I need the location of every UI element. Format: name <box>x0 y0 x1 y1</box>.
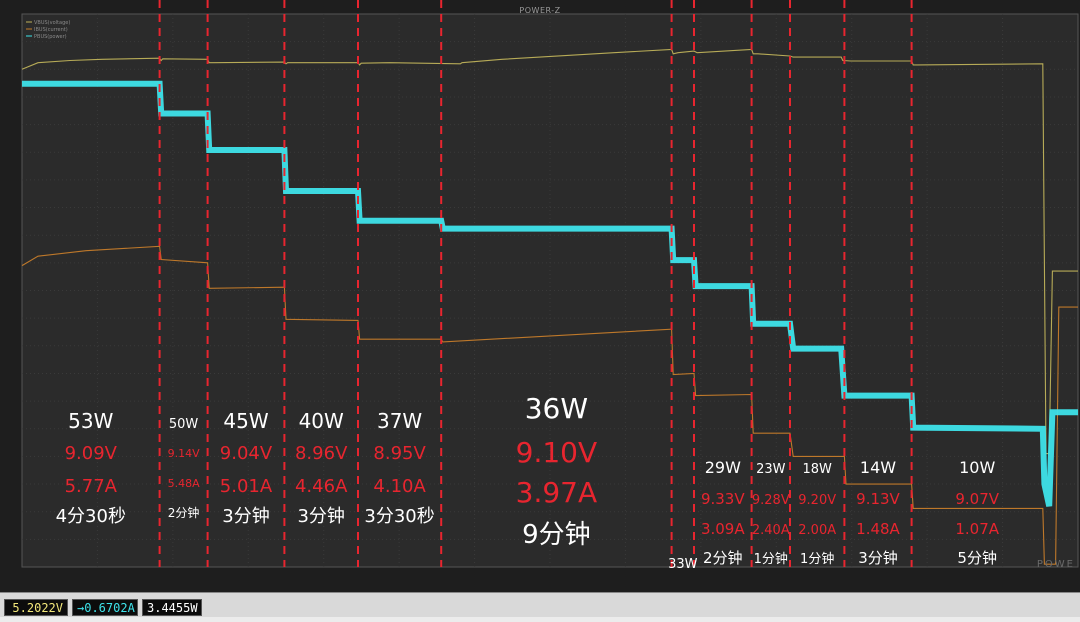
status-strip <box>0 617 1080 622</box>
segment-label-current: 2.00A <box>798 523 836 538</box>
segment-label-current: 3.09A <box>701 520 745 538</box>
segment-label-current: 2.40A <box>752 523 790 538</box>
segment-label-voltage: 9.14V <box>168 447 200 460</box>
segment-label-power: 10W <box>959 458 995 477</box>
segment-label-power: 45W <box>223 409 268 433</box>
segment-label-voltage: 9.20V <box>798 493 836 508</box>
segment-label-duration: 2分钟 <box>168 505 200 520</box>
segment-label-current: 3.97A <box>516 476 598 509</box>
segment-label-current: 5.48A <box>168 477 200 490</box>
segment-label-current: 4.46A <box>295 476 348 497</box>
legend-entry: IBUS(current) <box>34 27 68 33</box>
segment-label-current: 5.77A <box>65 476 118 497</box>
window-title: POWER-Z <box>519 6 561 15</box>
segment-label-duration: 3分钟 <box>297 506 344 527</box>
status-bar: 5.2022V →0.6702A 3.4455W <box>0 592 1080 622</box>
segment-label-current: 1.48A <box>856 520 900 538</box>
segment-label-voltage: 9.09V <box>65 443 118 464</box>
segment-label-current: 4.10A <box>373 476 426 497</box>
segment-label-voltage: 8.95V <box>373 443 426 464</box>
segment-label-power: 29W <box>705 458 741 477</box>
power-readout: 3.4455W <box>142 599 202 616</box>
segment-label-duration: 4分30秒 <box>56 506 126 527</box>
power-chart: VBUS(voltage)IBUS(current)PBUS(power) 53W… <box>21 0 1079 572</box>
legend-entry: PBUS(power) <box>34 34 67 40</box>
segment-label-duration: 5分钟 <box>957 549 997 567</box>
segment-label-power: 53W <box>68 409 113 433</box>
segment-label-duration: 3分钟 <box>222 506 269 527</box>
watermark-logo: POWE <box>1037 559 1075 570</box>
legend-entry: VBUS(voltage) <box>34 20 70 26</box>
segment-label-power: 23W <box>756 462 786 477</box>
segment-label-duration: 3分钟 <box>858 549 898 567</box>
segment-label-voltage: 9.28V <box>752 493 790 508</box>
segment-label-power: 37W <box>377 409 422 433</box>
segment-label-voltage: 9.10V <box>516 436 598 469</box>
segment-label-power: 36W <box>525 392 588 425</box>
segment-label-current: 1.07A <box>955 520 999 538</box>
segment-label-power: 18W <box>802 462 832 477</box>
current-readout: →0.6702A <box>72 599 138 616</box>
voltage-readout: 5.2022V <box>4 599 68 616</box>
segment-label-voltage: 9.33V <box>701 490 745 508</box>
segment-label-power: 50W <box>169 417 199 432</box>
segment-label-duration: 3分30秒 <box>364 506 434 527</box>
segment-label-current: 5.01A <box>220 476 273 497</box>
segment-label-voltage: 8.96V <box>295 443 348 464</box>
segment-label-voltage: 9.07V <box>955 490 999 508</box>
segment-label-duration: 1分钟 <box>800 551 834 567</box>
segment-label-duration: 9分钟 <box>522 520 591 550</box>
segment-label-voltage: 9.13V <box>856 490 900 508</box>
segment-label-power: 33W <box>668 557 698 572</box>
segment-label-duration: 1分钟 <box>754 551 788 567</box>
segment-label-power: 14W <box>860 458 896 477</box>
segment-label-voltage: 9.04V <box>220 443 273 464</box>
app-window: VBUS(voltage) IBUS(current) PBUS(power) 53W… <box>0 0 1080 622</box>
segment-label-duration: 2分钟 <box>703 549 743 567</box>
segment-label-power: 40W <box>299 409 344 433</box>
